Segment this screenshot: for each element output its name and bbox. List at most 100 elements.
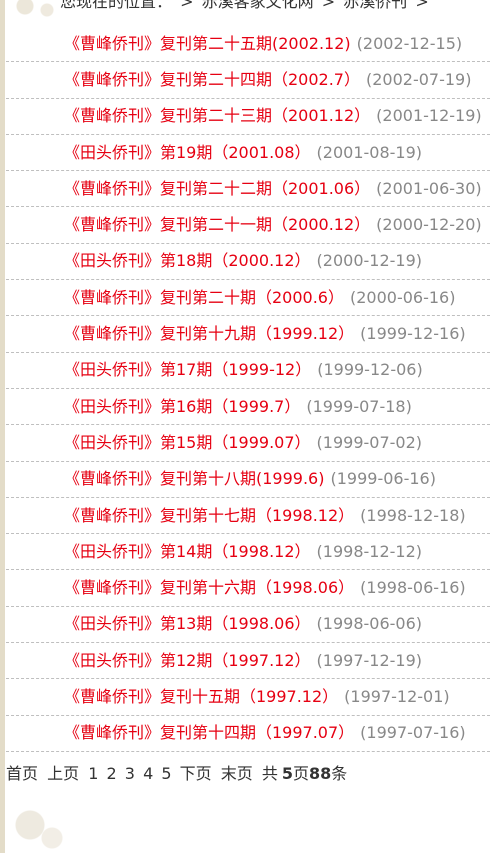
article-date: (2001-08-19) xyxy=(316,142,422,162)
breadcrumb-prefix: 您现在的位置： xyxy=(60,0,173,11)
article-date: (1998-06-16) xyxy=(360,578,466,598)
list-item: 《曹峰侨刊》复刊第十八期(1999.6) (1999-06-16) xyxy=(6,462,490,498)
list-item-content: 《田头侨刊》第19期（2001.08） (2001-08-19) xyxy=(64,143,422,163)
breadcrumb: 您现在的位置： > 赤溪客家文化网 > 赤溪侨刊 > xyxy=(60,0,432,12)
article-date: (1999-07-02) xyxy=(316,432,422,452)
article-date: (1998-12-12) xyxy=(316,541,422,561)
article-title-link[interactable]: 《曹峰侨刊》复刊第十八期(1999.6) xyxy=(64,469,324,488)
list-item: 《曹峰侨刊》复刊第二十期（2000.6） (2000-06-16) xyxy=(6,280,490,317)
article-title-link[interactable]: 《田头侨刊》第14期（1998.12） xyxy=(64,542,311,561)
article-title-link[interactable]: 《曹峰侨刊》复刊第十六期（1998.06） xyxy=(64,578,354,597)
pager-total-label: 共 5页88条 xyxy=(262,764,347,783)
article-date: (2000-12-20) xyxy=(376,215,482,235)
article-title-link[interactable]: 《曹峰侨刊》复刊第十四期（1997.07） xyxy=(64,723,354,742)
article-date: (1999-07-18) xyxy=(306,396,412,416)
list-item: 《曹峰侨刊》复刊十五期（1997.12） (1997-12-01) xyxy=(6,679,490,716)
article-date: (2001-06-30) xyxy=(376,178,482,198)
article-title-link[interactable]: 《曹峰侨刊》复刊第十九期（1999.12） xyxy=(64,324,354,343)
list-item: 《田头侨刊》第16期（1999.7） (1999-07-18) xyxy=(6,389,490,426)
list-item-content: 《曹峰侨刊》复刊第二十一期（2000.12） (2000-12-20) xyxy=(64,215,482,235)
article-title-link[interactable]: 《曹峰侨刊》复刊十五期（1997.12） xyxy=(64,687,338,706)
breadcrumb-link-site[interactable]: 赤溪客家文化网 xyxy=(202,0,314,11)
left-decorative-border xyxy=(0,0,5,853)
list-item: 《曹峰侨刊》复刊第十四期（1997.07） (1997-07-16) xyxy=(6,716,490,752)
article-title-link[interactable]: 《田头侨刊》第19期（2001.08） xyxy=(64,143,311,162)
article-date: (1997-07-16) xyxy=(360,723,466,743)
list-item-content: 《田头侨刊》第12期（1997.12） (1997-12-19) xyxy=(64,651,422,671)
list-item-content: 《曹峰侨刊》复刊第十八期(1999.6) (1999-06-16) xyxy=(64,469,436,489)
article-date: (1999-12-06) xyxy=(317,360,423,380)
article-date: (1998-12-18) xyxy=(360,505,466,525)
list-item: 《田头侨刊》第15期（1999.07） (1999-07-02) xyxy=(6,425,490,462)
list-item: 《曹峰侨刊》复刊第二十一期（2000.12） (2000-12-20) xyxy=(6,207,490,244)
article-title-link[interactable]: 《曹峰侨刊》复刊第二十三期（2001.12） xyxy=(64,106,370,125)
article-title-link[interactable]: 《田头侨刊》第13期（1998.06） xyxy=(64,614,311,633)
article-title-link[interactable]: 《田头侨刊》第17期（1999-12） xyxy=(64,360,311,379)
pager-page-link[interactable]: 5 xyxy=(161,764,171,783)
list-item-content: 《曹峰侨刊》复刊第二十期（2000.6） (2000-06-16) xyxy=(64,288,455,308)
pager-first-link[interactable]: 首页 xyxy=(6,764,38,783)
list-item-content: 《曹峰侨刊》复刊第十四期（1997.07） (1997-07-16) xyxy=(64,723,466,743)
pager-items-unit: 条 xyxy=(331,764,348,783)
list-item-content: 《曹峰侨刊》复刊第二十二期（2001.06） (2001-06-30) xyxy=(64,179,482,199)
pagination: 首页 上页 1 2 3 4 5 下页 末页 共 5页88条 xyxy=(6,764,347,784)
list-item: 《曹峰侨刊》复刊第二十五期(2002.12) (2002-12-15) xyxy=(6,26,490,63)
list-item: 《田头侨刊》第14期（1998.12） (1998-12-12) xyxy=(6,534,490,571)
pager-last-link[interactable]: 末页 xyxy=(221,764,253,783)
article-title-link[interactable]: 《曹峰侨刊》复刊第二十二期（2001.06） xyxy=(64,179,370,198)
article-date: (2000-06-16) xyxy=(350,287,456,307)
list-item-content: 《曹峰侨刊》复刊第十九期（1999.12） (1999-12-16) xyxy=(64,324,466,344)
pager-page-link[interactable]: 1 xyxy=(88,764,98,783)
pager-page-link[interactable]: 3 xyxy=(125,764,135,783)
pager-prev-link[interactable]: 上页 xyxy=(47,764,79,783)
list-item-content: 《田头侨刊》第18期（2000.12） (2000-12-19) xyxy=(64,251,422,271)
list-item: 《曹峰侨刊》复刊第二十四期（2002.7） (2002-07-19) xyxy=(6,62,490,99)
list-item: 《曹峰侨刊》复刊第十九期（1999.12） (1999-12-16) xyxy=(6,316,490,353)
article-date: (1999-12-16) xyxy=(360,324,466,344)
list-item-content: 《田头侨刊》第16期（1999.7） (1999-07-18) xyxy=(64,397,412,417)
list-item-content: 《田头侨刊》第15期（1999.07） (1999-07-02) xyxy=(64,433,422,453)
article-date: (1998-06-06) xyxy=(316,614,422,634)
article-title-link[interactable]: 《曹峰侨刊》复刊第二十四期（2002.7） xyxy=(64,70,360,89)
article-title-link[interactable]: 《曹峰侨刊》复刊第二十一期（2000.12） xyxy=(64,215,370,234)
pager-page-link[interactable]: 2 xyxy=(107,764,117,783)
article-title-link[interactable]: 《田头侨刊》第12期（1997.12） xyxy=(64,651,311,670)
article-date: (2002-07-19) xyxy=(366,69,472,89)
list-item: 《田头侨刊》第12期（1997.12） (1997-12-19) xyxy=(6,643,490,680)
pager-page-link[interactable]: 4 xyxy=(143,764,153,783)
list-item: 《田头侨刊》第13期（1998.06） (1998-06-06) xyxy=(6,607,490,644)
breadcrumb-separator: > xyxy=(180,0,194,11)
list-item: 《曹峰侨刊》复刊第二十三期（2001.12） (2001-12-19) xyxy=(6,99,490,135)
article-title-link[interactable]: 《田头侨刊》第15期（1999.07） xyxy=(64,433,311,452)
list-item-content: 《曹峰侨刊》复刊第十六期（1998.06） (1998-06-16) xyxy=(64,578,466,598)
article-title-link[interactable]: 《田头侨刊》第18期（2000.12） xyxy=(64,251,311,270)
article-title-link[interactable]: 《田头侨刊》第16期（1999.7） xyxy=(64,397,300,416)
list-item-content: 《曹峰侨刊》复刊第十七期（1998.12） (1998-12-18) xyxy=(64,506,466,526)
list-item: 《田头侨刊》第18期（2000.12） (2000-12-19) xyxy=(6,244,490,281)
pager-total-prefix: 共 xyxy=(261,764,278,783)
pager-pages-unit: 页 xyxy=(293,764,310,783)
article-title-link[interactable]: 《曹峰侨刊》复刊第二十五期(2002.12) xyxy=(64,34,351,53)
article-date: (2002-12-15) xyxy=(356,33,463,53)
list-item: 《曹峰侨刊》复刊第十七期（1998.12） (1998-12-18) xyxy=(6,498,490,535)
list-item-content: 《田头侨刊》第17期（1999-12） (1999-12-06) xyxy=(64,360,423,380)
list-item: 《曹峰侨刊》复刊第二十二期（2001.06） (2001-06-30) xyxy=(6,171,490,208)
list-item: 《田头侨刊》第19期（2001.08） (2001-08-19) xyxy=(6,135,490,172)
list-item: 《田头侨刊》第17期（1999-12） (1999-12-06) xyxy=(6,353,490,389)
list-item-content: 《田头侨刊》第13期（1998.06） (1998-06-06) xyxy=(64,614,422,634)
article-title-link[interactable]: 《曹峰侨刊》复刊第二十期（2000.6） xyxy=(64,288,344,307)
list-item-content: 《曹峰侨刊》复刊十五期（1997.12） (1997-12-01) xyxy=(64,687,450,707)
bottom-ornament xyxy=(0,800,70,853)
article-title-link[interactable]: 《曹峰侨刊》复刊第十七期（1998.12） xyxy=(64,506,354,525)
article-date: (1997-12-01) xyxy=(344,686,450,706)
article-date: (1999-06-16) xyxy=(330,469,436,489)
list-item-content: 《曹峰侨刊》复刊第二十四期（2002.7） (2002-07-19) xyxy=(64,70,471,90)
pager-total-items: 88 xyxy=(309,764,332,783)
list-item: 《曹峰侨刊》复刊第十六期（1998.06） (1998-06-16) xyxy=(6,570,490,607)
pager-next-link[interactable]: 下页 xyxy=(180,764,212,783)
article-date: (1997-12-19) xyxy=(316,650,422,670)
breadcrumb-link-section[interactable]: 赤溪侨刊 xyxy=(343,0,407,11)
article-date: (2001-12-19) xyxy=(376,106,482,126)
list-item-content: 《曹峰侨刊》复刊第二十五期(2002.12) (2002-12-15) xyxy=(64,34,462,54)
list-item-content: 《田头侨刊》第14期（1998.12） (1998-12-12) xyxy=(64,542,422,562)
